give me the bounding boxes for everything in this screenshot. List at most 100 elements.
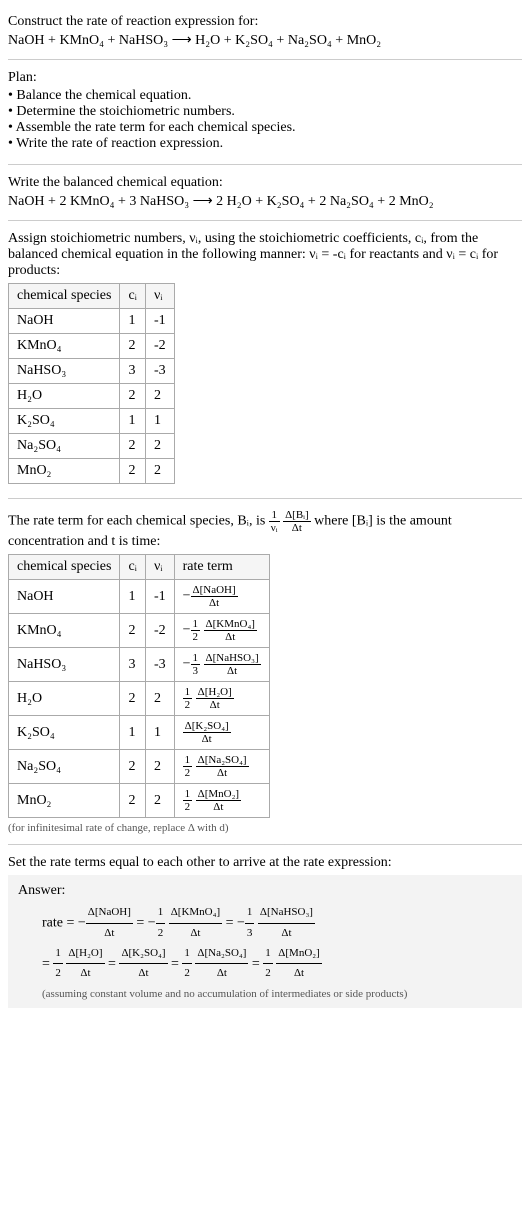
plan-label: Plan: — [8, 70, 522, 86]
cell: -3 — [145, 648, 174, 682]
cell: 1 — [120, 309, 146, 334]
unbalanced-equation: NaOH + KMnO₄ + NaHSO₃ ⟶ H₂O + K₂SO₄ + Na… — [8, 32, 522, 49]
cell: 1 — [145, 716, 174, 750]
col-species: chemical species — [9, 284, 120, 309]
divider — [8, 844, 522, 845]
frac-num: Δ[Bᵢ] — [283, 509, 311, 522]
cell-rate-term: 12 Δ[H₂O]Δt — [174, 682, 269, 716]
cell: 2 — [120, 334, 146, 359]
col-ci: cᵢ — [120, 555, 146, 580]
cell: 1 — [145, 409, 174, 434]
cell: 2 — [120, 459, 146, 484]
answer-label: Answer: — [18, 883, 512, 899]
rate-expression: rate = −Δ[NaOH]Δt = −12 Δ[KMnO₄]Δt = −13… — [18, 903, 512, 984]
frac-den: Δt — [283, 522, 311, 534]
cell-rate-term: 12 Δ[MnO₂]Δt — [174, 784, 269, 818]
table-header-row: chemical species cᵢ νᵢ — [9, 284, 175, 309]
table-row: NaOH1-1−Δ[NaOH]Δt — [9, 580, 270, 614]
frac-den: νᵢ — [269, 522, 280, 534]
balanced-section: Write the balanced chemical equation: Na… — [8, 169, 522, 216]
table-row: Na₂SO₄2212 Δ[Na₂SO₄]Δt — [9, 750, 270, 784]
plan-item: Determine the stoichiometric numbers. — [8, 104, 522, 120]
cell: 2 — [120, 614, 146, 648]
cell-rate-term: −13 Δ[NaHSO₃]Δt — [174, 648, 269, 682]
cell: 1 — [120, 716, 146, 750]
cell: 2 — [145, 784, 174, 818]
answer-assumption: (assuming constant volume and no accumul… — [18, 988, 512, 1000]
cell: -1 — [145, 309, 174, 334]
table-row: MnO₂2212 Δ[MnO₂]Δt — [9, 784, 270, 818]
divider — [8, 164, 522, 165]
cell: K₂SO₄ — [9, 409, 120, 434]
assign-section: Assign stoichiometric numbers, νᵢ, using… — [8, 225, 522, 494]
cell: 2 — [145, 682, 174, 716]
cell-rate-term: −12 Δ[KMnO₄]Δt — [174, 614, 269, 648]
plan-item: Balance the chemical equation. — [8, 88, 522, 104]
cell: Na₂SO₄ — [9, 750, 120, 784]
plan-list: Balance the chemical equation. Determine… — [8, 88, 522, 152]
answer-box: Answer: rate = −Δ[NaOH]Δt = −12 Δ[KMnO₄]… — [8, 875, 522, 1008]
table-row: K₂SO₄11Δ[K₂SO₄]Δt — [9, 716, 270, 750]
rate-term-section: The rate term for each chemical species,… — [8, 503, 522, 840]
divider — [8, 498, 522, 499]
table-row: NaHSO₃3-3−13 Δ[NaHSO₃]Δt — [9, 648, 270, 682]
table-header-row: chemical species cᵢ νᵢ rate term — [9, 555, 270, 580]
set-equal-text: Set the rate terms equal to each other t… — [8, 855, 522, 871]
cell: -2 — [145, 614, 174, 648]
cell: -1 — [145, 580, 174, 614]
col-nui: νᵢ — [145, 284, 174, 309]
divider — [8, 59, 522, 60]
divider — [8, 220, 522, 221]
cell: 2 — [120, 682, 146, 716]
set-equal-section: Set the rate terms equal to each other t… — [8, 849, 522, 1014]
infinitesimal-note: (for infinitesimal rate of change, repla… — [8, 822, 522, 834]
table-row: Na₂SO₄22 — [9, 434, 175, 459]
cell: 1 — [120, 409, 146, 434]
cell: H₂O — [9, 384, 120, 409]
cell: 2 — [120, 384, 146, 409]
cell: 2 — [120, 750, 146, 784]
cell: 2 — [145, 750, 174, 784]
table-row: NaHSO₃3-3 — [9, 359, 175, 384]
plan-item: Assemble the rate term for each chemical… — [8, 120, 522, 136]
cell: 3 — [120, 359, 146, 384]
cell: 2 — [145, 434, 174, 459]
cell: NaOH — [9, 580, 120, 614]
cell: MnO₂ — [9, 459, 120, 484]
cell: Na₂SO₄ — [9, 434, 120, 459]
col-ci: cᵢ — [120, 284, 146, 309]
cell-rate-term: 12 Δ[Na₂SO₄]Δt — [174, 750, 269, 784]
stoich-table: chemical species cᵢ νᵢ NaOH1-1 KMnO₄2-2 … — [8, 283, 175, 484]
rate-term-table: chemical species cᵢ νᵢ rate term NaOH1-1… — [8, 554, 270, 818]
cell: NaOH — [9, 309, 120, 334]
problem-statement: Construct the rate of reaction expressio… — [8, 8, 522, 55]
col-nui: νᵢ — [145, 555, 174, 580]
table-row: H₂O22 — [9, 384, 175, 409]
cell: 1 — [120, 580, 146, 614]
cell: MnO₂ — [9, 784, 120, 818]
table-row: KMnO₄2-2−12 Δ[KMnO₄]Δt — [9, 614, 270, 648]
cell: KMnO₄ — [9, 614, 120, 648]
plan-item: Write the rate of reaction expression. — [8, 136, 522, 152]
table-row: H₂O2212 Δ[H₂O]Δt — [9, 682, 270, 716]
rate-term-general-fraction: 1 νᵢ — [269, 509, 280, 534]
cell: -3 — [145, 359, 174, 384]
frac-num: 1 — [269, 509, 280, 522]
balanced-label: Write the balanced chemical equation: — [8, 175, 522, 191]
cell-rate-term: −Δ[NaOH]Δt — [174, 580, 269, 614]
cell: H₂O — [9, 682, 120, 716]
balanced-equation: NaOH + 2 KMnO₄ + 3 NaHSO₃ ⟶ 2 H₂O + K₂SO… — [8, 193, 522, 210]
cell: K₂SO₄ — [9, 716, 120, 750]
table-row: K₂SO₄11 — [9, 409, 175, 434]
col-rate-term: rate term — [174, 555, 269, 580]
cell: 2 — [120, 784, 146, 818]
table-row: KMnO₄2-2 — [9, 334, 175, 359]
rate-term-general-fraction-2: Δ[Bᵢ] Δt — [283, 509, 311, 534]
cell: 2 — [145, 459, 174, 484]
rate-term-text-1: The rate term for each chemical species,… — [8, 514, 265, 529]
cell: -2 — [145, 334, 174, 359]
cell-rate-term: Δ[K₂SO₄]Δt — [174, 716, 269, 750]
assign-text: Assign stoichiometric numbers, νᵢ, using… — [8, 231, 522, 279]
cell: KMnO₄ — [9, 334, 120, 359]
cell: NaHSO₃ — [9, 648, 120, 682]
